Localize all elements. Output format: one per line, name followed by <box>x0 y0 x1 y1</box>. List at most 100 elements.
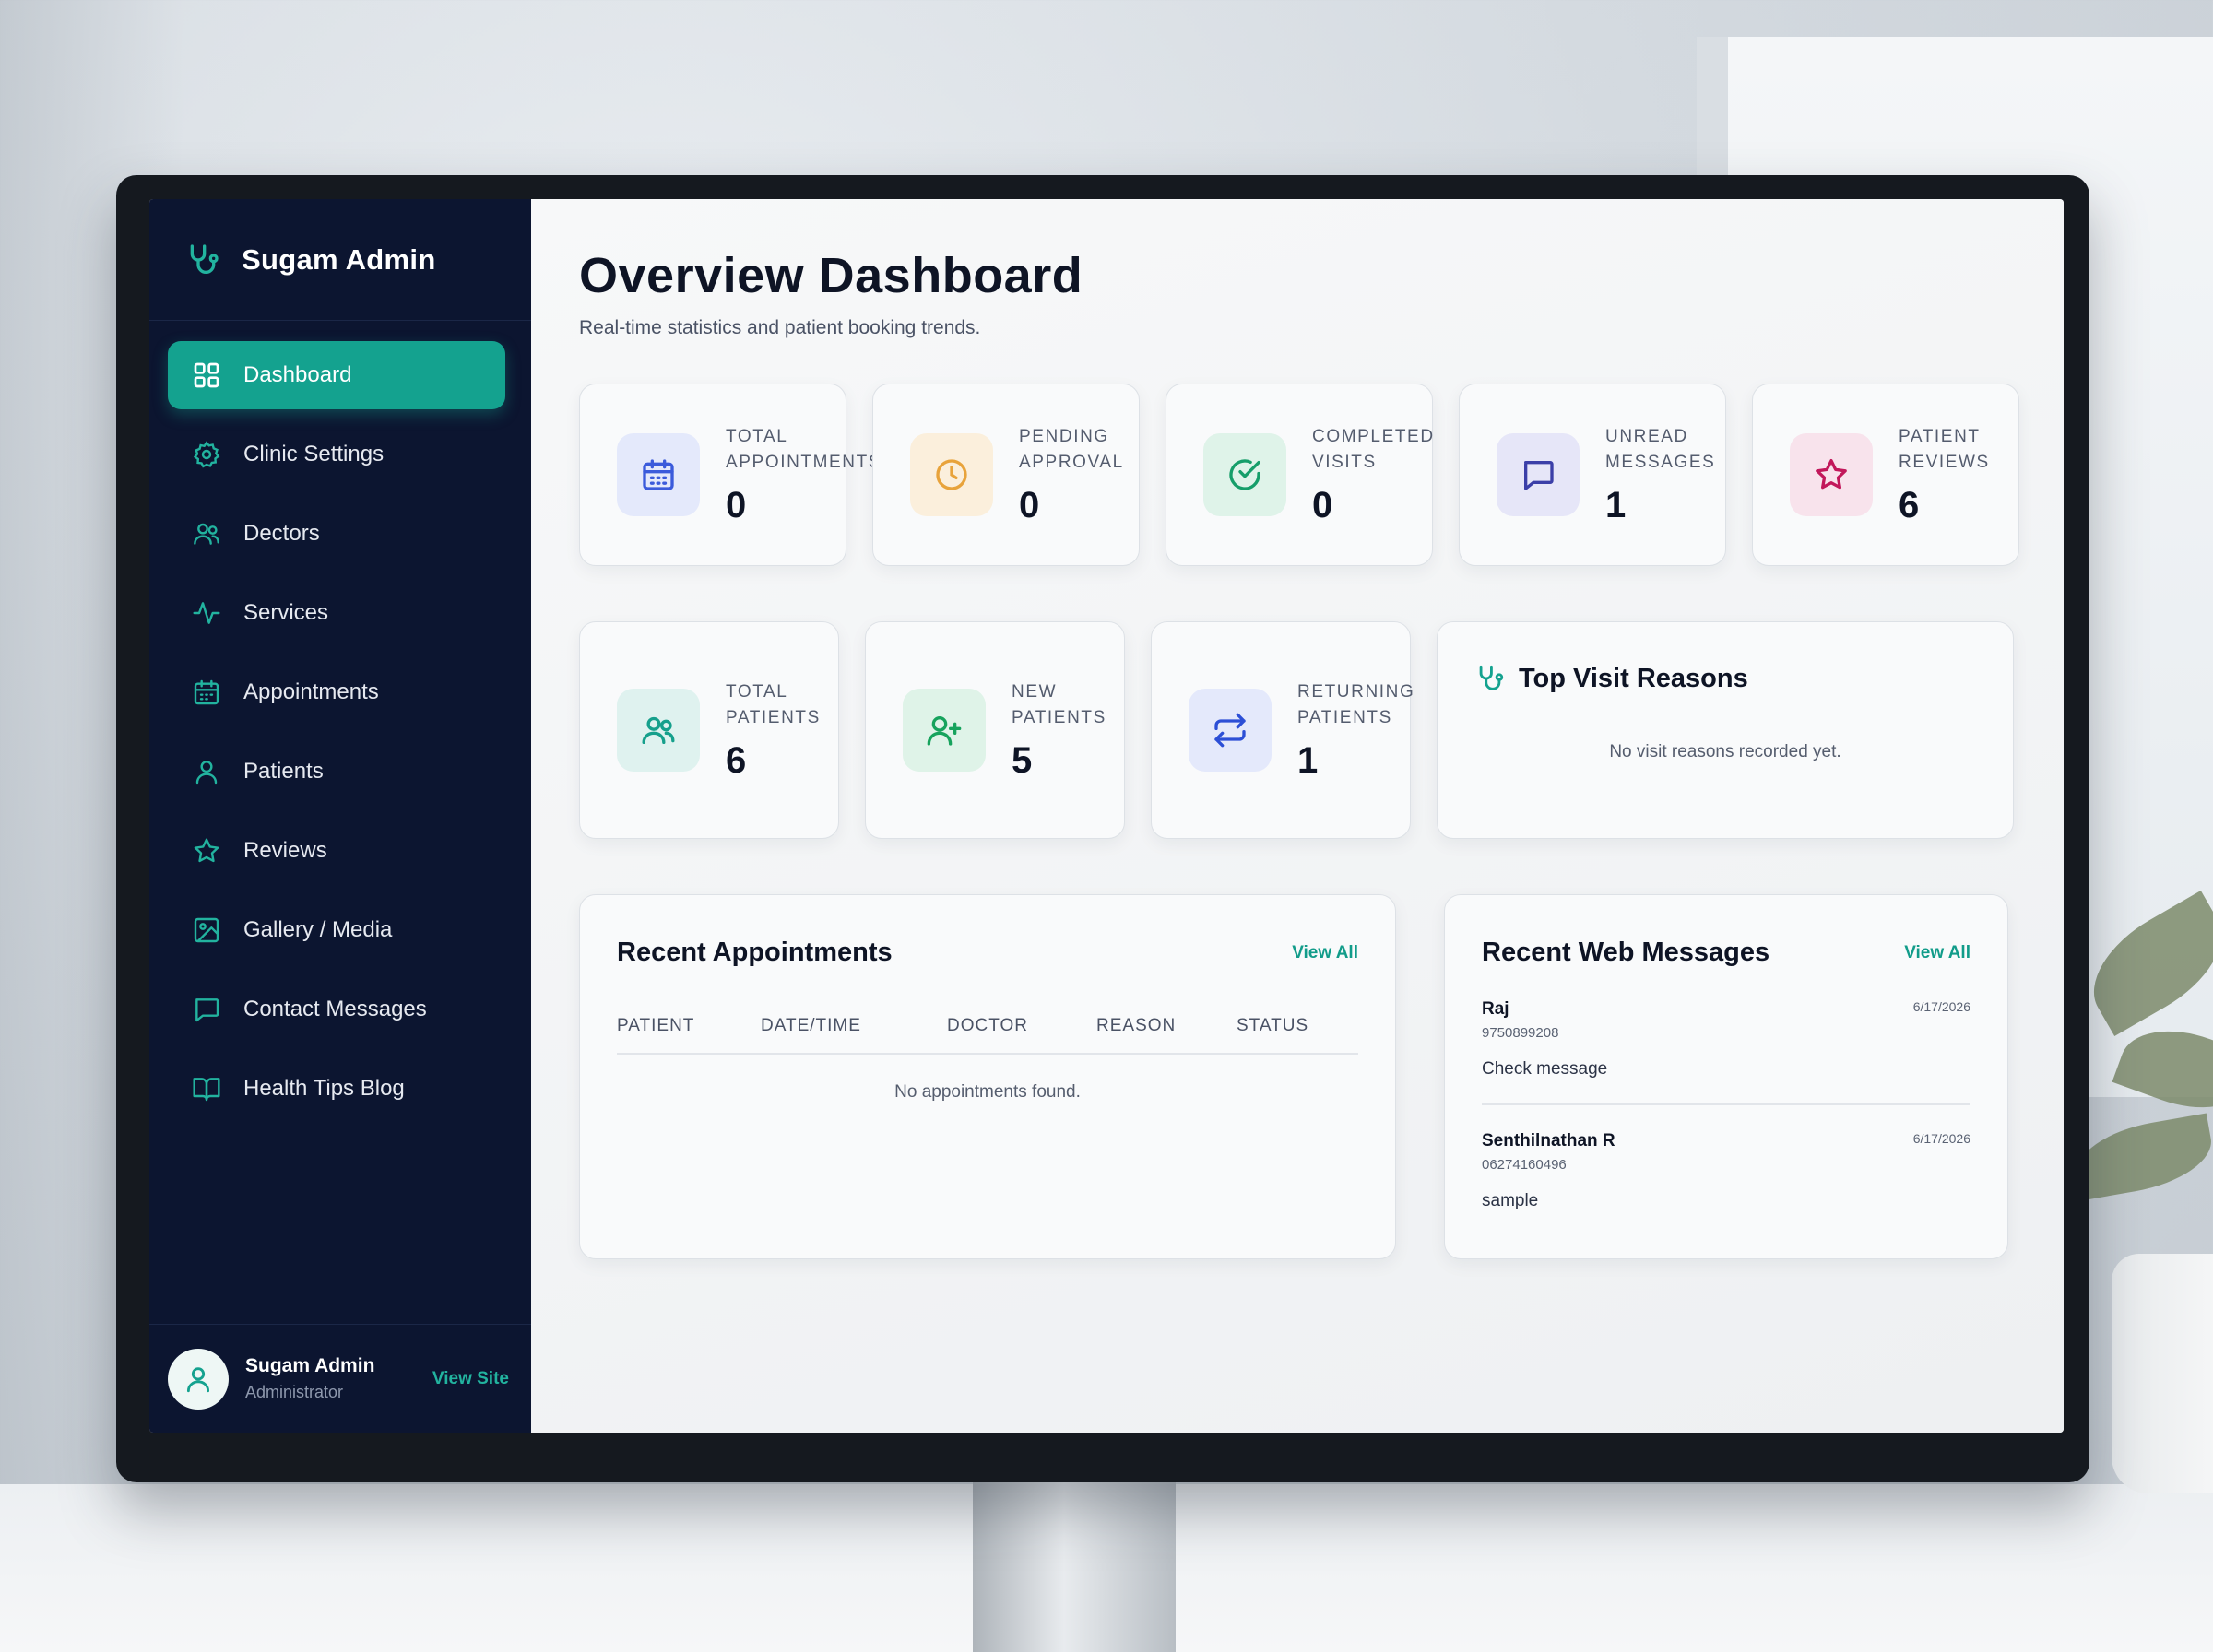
sidebar-item-label: Health Tips Blog <box>243 1076 405 1101</box>
sidebar-item-label: Services <box>243 600 329 625</box>
panel-header: Recent Web Messages View All <box>1482 938 1970 968</box>
stat-value: 6 <box>726 739 747 781</box>
page-title: Overview Dashboard <box>579 248 1083 303</box>
avatar[interactable] <box>168 1348 229 1410</box>
sidebar-item-dashboard[interactable]: Dashboard <box>168 341 505 409</box>
message-body: sample <box>1482 1191 1539 1210</box>
stats-row-bottom: Total Patients 6 New Patients 5 <box>579 621 2019 839</box>
view-all-link[interactable]: View All <box>1292 943 1358 963</box>
stethoscope-icon <box>1479 665 1504 690</box>
sidebar-item-patients[interactable]: Patients <box>168 738 505 806</box>
stat-card-completed-visits[interactable]: Completed Visits 0 <box>1166 384 1433 566</box>
sidebar-item-label: Clinic Settings <box>243 442 385 466</box>
empty-state: No appointments found. <box>894 1082 1081 1102</box>
view-all-link[interactable]: View All <box>1904 943 1970 963</box>
message-header: Senthilnathan R 6/17/2026 <box>1482 1131 1970 1151</box>
recent-web-messages-panel: Recent Web Messages View All Raj 6/17/20… <box>1444 894 2008 1259</box>
sidebar-item-label: Dectors <box>243 521 320 546</box>
stat-text: Unread Messages 1 <box>1605 424 1725 526</box>
column-header-patient[interactable]: Patient <box>617 1016 761 1036</box>
column-header-doctor[interactable]: Doctor <box>947 1016 1096 1036</box>
user-plus-icon <box>927 716 962 746</box>
stat-text: Returning Patients 1 <box>1297 679 1414 782</box>
stat-card-returning-patients[interactable]: Returning Patients 1 <box>1151 621 1414 839</box>
sidebar-item-doctors[interactable]: Dectors <box>168 500 505 568</box>
sidebar-nav: Dashboard Clinic Settings Dectors Servic… <box>149 321 531 1324</box>
pulse-icon <box>192 598 221 628</box>
empty-state: No visit reasons recorded yet. <box>1609 742 1841 761</box>
user-icon <box>186 1366 210 1392</box>
user-icon <box>192 757 221 786</box>
sidebar-item-gallery[interactable]: Gallery / Media <box>168 896 505 964</box>
stat-label: Total Appointments <box>726 426 882 472</box>
main-content: Overview Dashboard Real-time statistics … <box>531 199 2064 1433</box>
message-body: Check message <box>1482 1059 1608 1079</box>
top-visit-reasons-card: Top Visit Reasons No visit reasons recor… <box>1437 621 2014 839</box>
stat-card-total-appointments[interactable]: Total Appointments 0 <box>579 384 881 566</box>
stat-card-total-patients[interactable]: Total Patients 6 <box>579 621 839 839</box>
stat-label: New Patients <box>1012 681 1106 727</box>
repeat-icon <box>1214 713 1246 748</box>
message-sender: Senthilnathan R <box>1482 1131 1615 1150</box>
sidebar-item-clinic-settings[interactable]: Clinic Settings <box>168 420 505 489</box>
recent-appointments-panel: Recent Appointments View All Patient Dat… <box>579 894 1396 1259</box>
message-sender: Raj <box>1482 999 1509 1019</box>
message-phone: 9750899208 <box>1482 1025 1559 1041</box>
sidebar-item-services[interactable]: Services <box>168 579 505 647</box>
stat-card-patient-reviews[interactable]: Patient Reviews 6 <box>1752 384 2019 566</box>
stats-row-top: Total Appointments 0 Pending Approval 0 <box>579 384 2019 566</box>
stat-card-pending-approval[interactable]: Pending Approval 0 <box>872 384 1140 566</box>
sidebar: Sugam Admin Dashboard Clinic Settings De… <box>149 199 531 1433</box>
sidebar-item-appointments[interactable]: Appointments <box>168 658 505 726</box>
stat-label: Total Patients <box>726 681 821 727</box>
stat-icon-box <box>910 433 993 516</box>
stat-label: Returning Patients <box>1297 681 1415 727</box>
message-item[interactable]: Senthilnathan R 6/17/2026 06274160496 sa… <box>1482 1105 1970 1235</box>
stat-value: 1 <box>1605 484 1627 525</box>
stat-card-unread-messages[interactable]: Unread Messages 1 <box>1459 384 1726 566</box>
stat-icon-box <box>617 433 700 516</box>
users-icon <box>642 716 675 744</box>
screen: Sugam Admin Dashboard Clinic Settings De… <box>149 199 2064 1433</box>
message-header: Raj 6/17/2026 <box>1482 999 1970 1020</box>
message-date: 6/17/2026 <box>1912 1131 1970 1146</box>
stat-card-new-patients[interactable]: New Patients 5 <box>865 621 1125 839</box>
brand-name: Sugam Admin <box>242 242 436 276</box>
stat-icon-box <box>1189 689 1272 772</box>
stat-icon-box <box>903 689 986 772</box>
column-header-status[interactable]: Status <box>1237 1016 1308 1036</box>
check-circle-icon <box>1229 459 1260 490</box>
sidebar-item-health-tips-blog[interactable]: Health Tips Blog <box>168 1055 505 1123</box>
sidebar-item-label: Reviews <box>243 838 327 863</box>
column-header-date-time[interactable]: Date/Time <box>761 1016 947 1036</box>
sidebar-item-reviews[interactable]: Reviews <box>168 817 505 885</box>
calendar-icon <box>643 459 674 490</box>
stat-icon-box <box>617 689 700 772</box>
stethoscope-icon <box>190 243 219 274</box>
stat-icon-box <box>1203 433 1286 516</box>
stat-text: New Patients 5 <box>1012 679 1124 782</box>
sidebar-item-contact-messages[interactable]: Contact Messages <box>168 975 505 1044</box>
sidebar-item-label: Gallery / Media <box>243 917 393 942</box>
profile: Sugam Admin Administrator View Site <box>149 1324 531 1433</box>
message-item[interactable]: Raj 6/17/2026 9750899208 Check message <box>1482 968 1970 1105</box>
brand[interactable]: Sugam Admin <box>149 199 531 321</box>
profile-text: Sugam Admin Administrator <box>245 1355 432 1402</box>
view-site-link[interactable]: View Site <box>432 1369 509 1389</box>
stat-value: 0 <box>1019 484 1040 525</box>
column-header-reason[interactable]: Reason <box>1096 1016 1237 1036</box>
plant-leaf <box>2070 1113 2213 1201</box>
profile-role: Administrator <box>245 1383 344 1401</box>
message-icon <box>1524 461 1554 490</box>
panel-title: Recent Web Messages <box>1482 938 1770 967</box>
calendar-icon <box>192 678 221 707</box>
panel-title: Recent Appointments <box>617 938 893 967</box>
stat-text: Total Appointments 0 <box>726 424 882 526</box>
image-icon <box>192 915 221 945</box>
star-icon <box>1816 459 1847 490</box>
grid-icon <box>192 360 221 390</box>
stat-icon-box <box>1790 433 1873 516</box>
page-subtitle: Real-time statistics and patient booking… <box>579 317 981 338</box>
card-title: Top Visit Reasons <box>1519 663 1748 693</box>
sidebar-item-label: Appointments <box>243 679 379 704</box>
